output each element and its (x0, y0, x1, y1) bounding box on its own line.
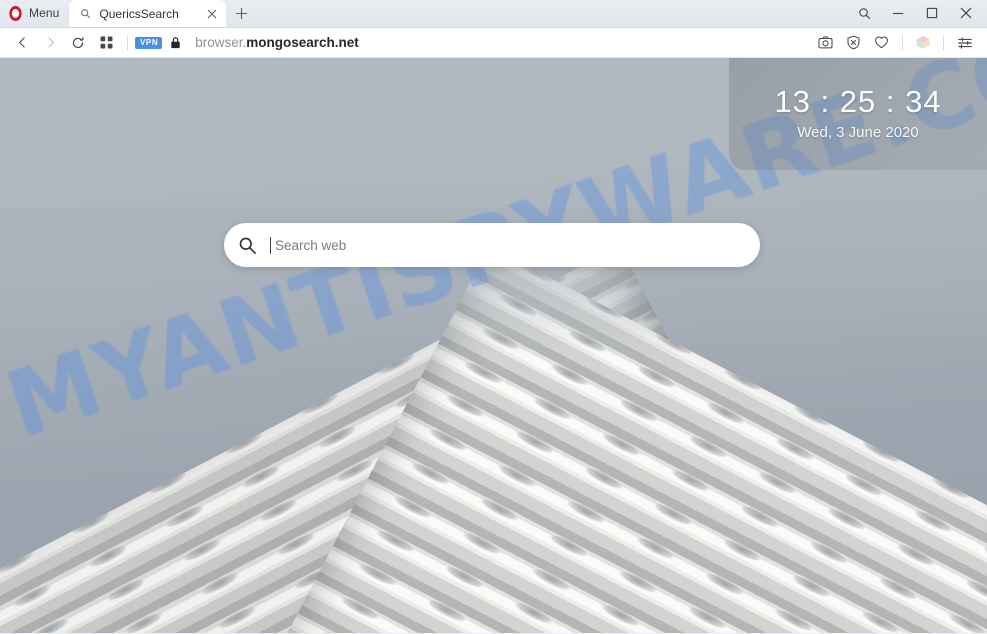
opera-browser-window: Menu QuericsSearch VPN browser.mongosear… (0, 0, 987, 634)
browser-tab[interactable]: QuericsSearch (69, 0, 227, 27)
minimize-icon[interactable] (881, 0, 915, 27)
window-controls (847, 0, 987, 27)
menu-label: Menu (29, 6, 60, 20)
search-input[interactable]: Search web (224, 223, 760, 267)
grid-squares-icon[interactable] (92, 30, 120, 56)
toolbar-right-icons (811, 30, 979, 56)
tab-title: QuericsSearch (99, 6, 179, 21)
reload-icon[interactable] (64, 30, 92, 56)
toolbar-divider (127, 35, 128, 50)
maximize-icon[interactable] (915, 0, 949, 27)
heart-icon[interactable] (867, 30, 895, 56)
toolbar-divider (902, 35, 903, 50)
padlock-icon[interactable] (170, 36, 181, 49)
opera-logo-icon (9, 5, 22, 21)
clock-widget: 13 : 25 : 34 Wed, 3 June 2020 (729, 58, 987, 170)
vpn-badge[interactable]: VPN (135, 36, 163, 49)
text-cursor (270, 236, 271, 254)
address-bar-url[interactable]: browser.mongosearch.net (195, 35, 359, 50)
url-domain: mongosearch.net (246, 35, 359, 50)
back-arrow-icon[interactable] (8, 30, 36, 56)
easy-setup-sliders-icon[interactable] (951, 30, 979, 56)
tab-strip-empty-area[interactable] (256, 0, 847, 27)
opera-menu-button[interactable]: Menu (0, 0, 69, 27)
snapshot-camera-icon[interactable] (811, 30, 839, 56)
close-icon[interactable] (949, 0, 983, 27)
search-icon (224, 223, 270, 267)
clock-date: Wed, 3 June 2020 (797, 123, 919, 141)
ad-blocker-shield-icon[interactable] (839, 30, 867, 56)
close-tab-icon[interactable] (204, 6, 220, 22)
tab-strip: Menu QuericsSearch (0, 0, 987, 28)
page-content: MYANTISPYWARE.COM 13 : 25 : 34 Wed, 3 Ju… (0, 58, 987, 633)
url-prefix: browser. (195, 35, 247, 50)
new-tab-button[interactable] (226, 0, 256, 27)
window-search-icon[interactable] (847, 0, 881, 27)
forward-arrow-icon (36, 30, 64, 56)
toolbar-divider (943, 35, 944, 50)
clock-time: 13 : 25 : 34 (774, 84, 942, 120)
navigation-bar: VPN browser.mongosearch.net (0, 28, 987, 58)
search-favicon-icon (79, 7, 92, 20)
extensions-cube-icon[interactable] (914, 34, 932, 52)
search-placeholder: Search web (275, 237, 347, 253)
